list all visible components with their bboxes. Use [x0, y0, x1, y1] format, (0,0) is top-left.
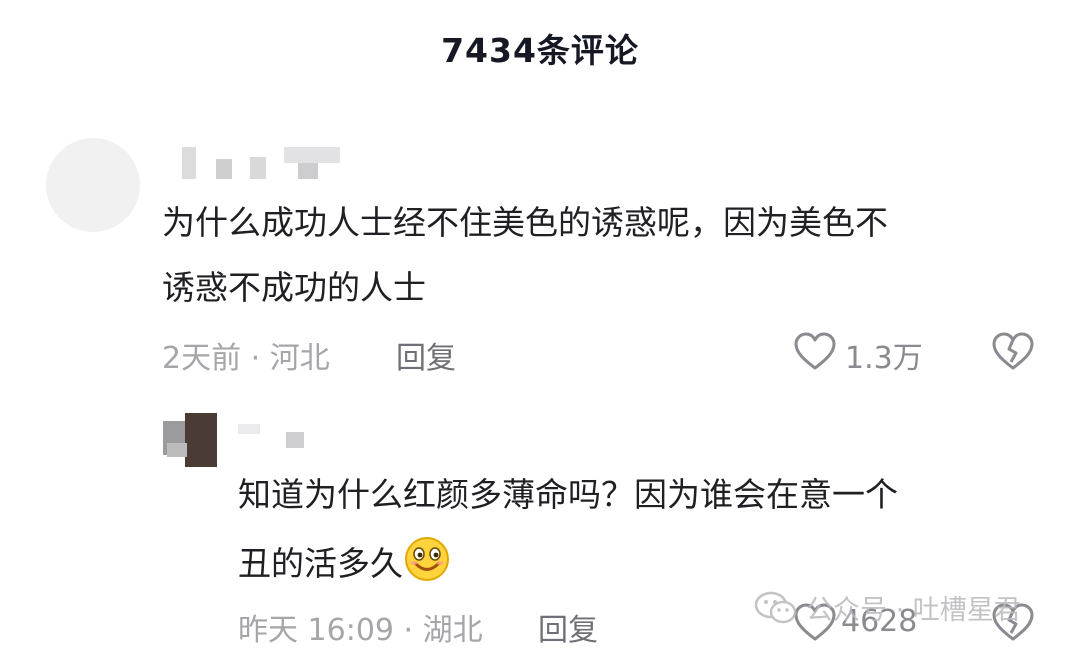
comment-text: 为什么成功人士经不住美色的诱惑呢，因为美色不 诱惑不成功的人士	[162, 203, 888, 307]
smile-emoji-icon	[403, 535, 451, 583]
reply-button[interactable]: 回复	[538, 605, 598, 649]
avatar[interactable]	[46, 138, 140, 232]
reply-comment-text: 知道为什么红颜多薄命吗？因为谁会在意一个 丑的活多久	[238, 475, 898, 583]
username-blurred[interactable]	[176, 143, 346, 181]
page-title: 7434条评论	[441, 31, 639, 70]
watermark: 公众号 · 吐槽星君	[754, 588, 1021, 627]
reply-comment-meta: 昨天 16:09 · 湖北	[238, 613, 483, 648]
broken-heart-icon	[991, 332, 1035, 372]
watermark-text: 公众号 · 吐槽星君	[806, 595, 1021, 626]
like-count: 1.3万	[845, 341, 923, 376]
reply-button[interactable]: 回复	[396, 333, 456, 377]
wechat-icon	[754, 591, 798, 625]
dislike-button[interactable]	[991, 332, 1035, 372]
comment-meta: 2天前 · 河北	[162, 341, 330, 376]
heart-outline-icon	[793, 332, 837, 372]
reply-username-blurred[interactable]	[238, 420, 318, 454]
reply-avatar[interactable]	[163, 413, 217, 467]
